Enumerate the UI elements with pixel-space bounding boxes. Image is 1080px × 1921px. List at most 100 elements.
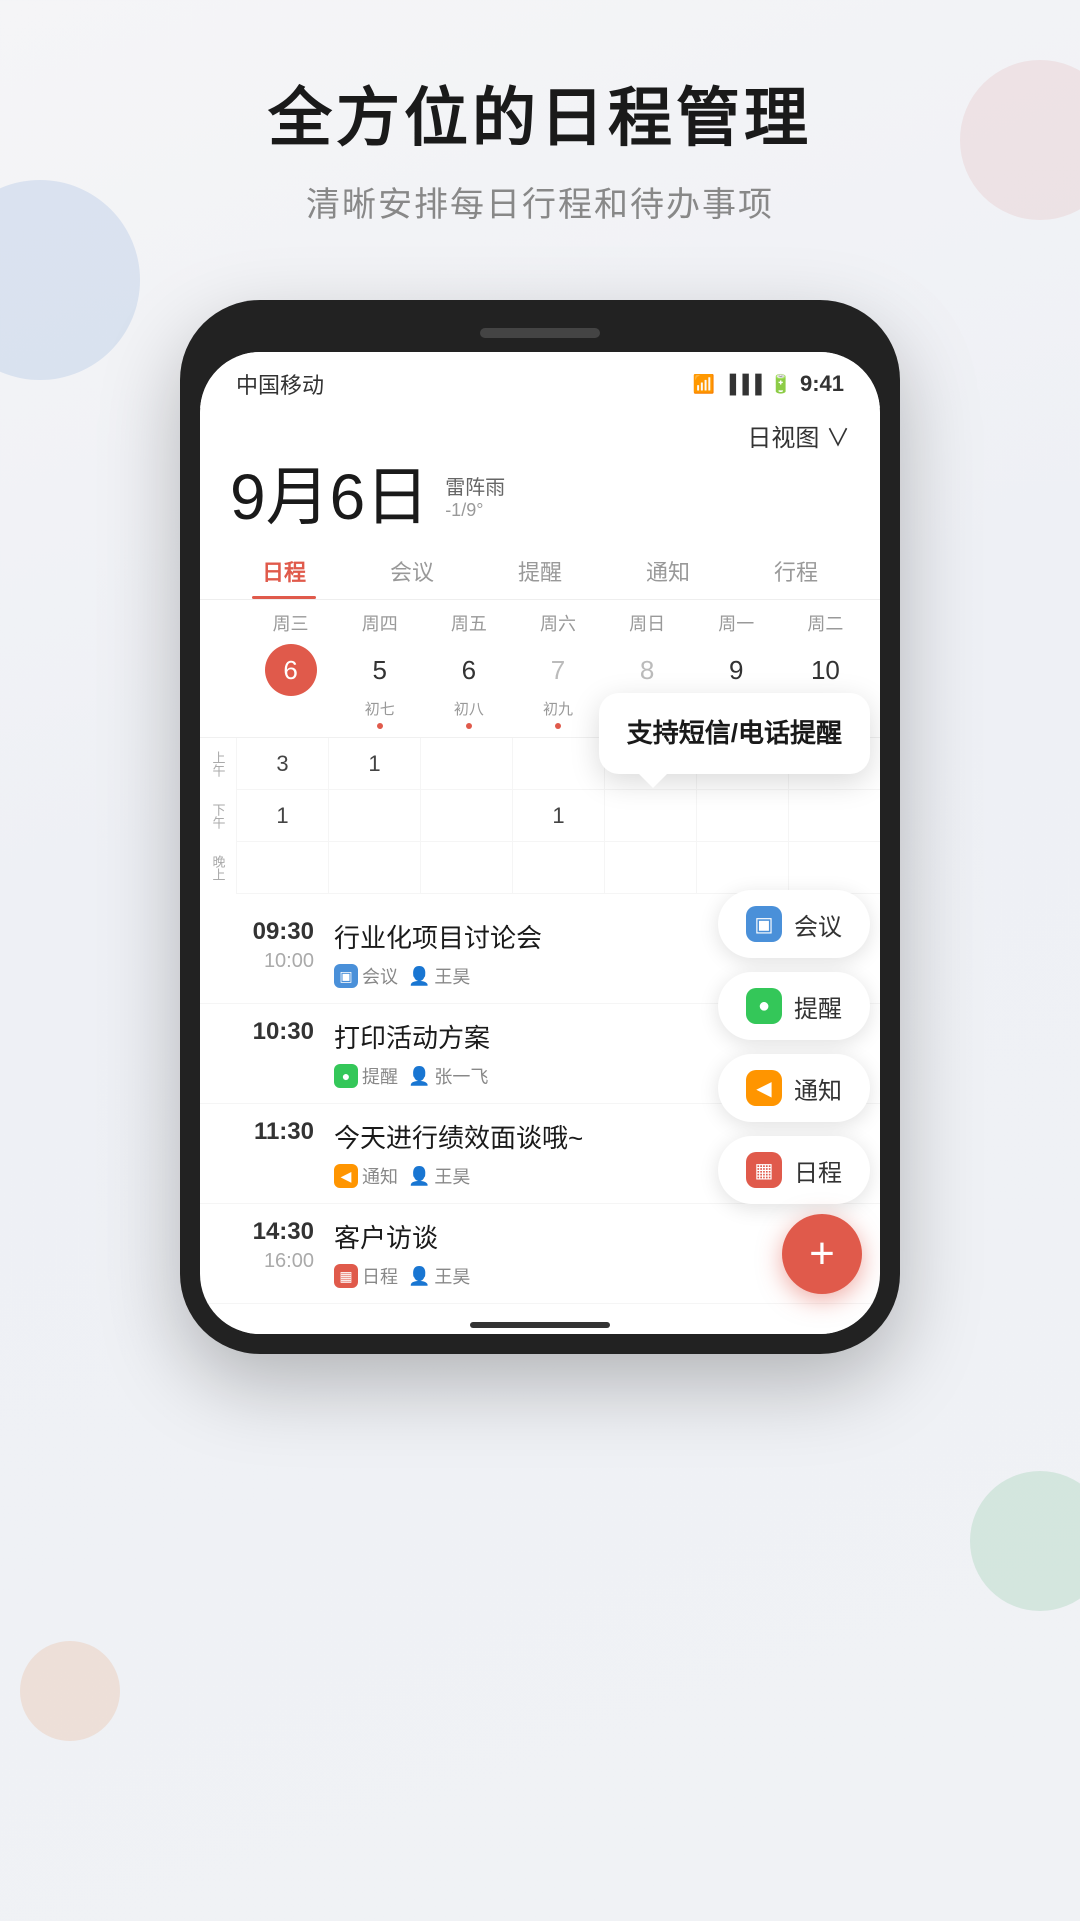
- tag-label-2: 通知: [362, 1163, 398, 1189]
- action-btn-schedule[interactable]: ▦ 日程: [718, 1136, 870, 1204]
- grid-col-2: [420, 738, 512, 894]
- action-btn-meeting-icon: ▣: [746, 906, 782, 942]
- tooltip-arrow: [639, 774, 667, 788]
- grid-cell-1-0: 1: [329, 738, 420, 790]
- phone-outer: 中国移动 📶 ▐▐▐ 🔋 9:41 日视图 ∨ 9月6日 雷阵雨 -1/9°: [180, 300, 900, 1354]
- action-btn-notice-icon: ◀: [746, 1070, 782, 1106]
- fab-add-button[interactable]: +: [782, 1214, 862, 1294]
- week-num-sat[interactable]: 7: [532, 644, 584, 696]
- week-num-sun[interactable]: 8: [621, 644, 673, 696]
- action-btn-meeting-label: 会议: [794, 907, 842, 942]
- event-start-2: 11:30: [224, 1118, 314, 1146]
- event-time-0: 09:30 10:00: [224, 918, 314, 973]
- tab-trip[interactable]: 行程: [732, 539, 860, 599]
- event-end-0: 10:00: [224, 950, 314, 973]
- event-start-3: 14:30: [224, 1218, 314, 1246]
- week-label-col: [210, 610, 246, 729]
- tab-row: 日程 会议 提醒 通知 行程: [200, 539, 880, 600]
- home-indicator: [470, 1322, 610, 1328]
- carrier-label: 中国移动: [236, 368, 324, 400]
- week-num-wed[interactable]: 6初八: [265, 644, 317, 696]
- grid-cell-2-0: [421, 738, 512, 790]
- grid-cell-0-0: 3: [237, 738, 328, 790]
- phone-bottom-bar: [200, 1314, 880, 1334]
- grid-cell-0-2: [237, 842, 328, 894]
- event-start-0: 09:30: [224, 918, 314, 946]
- week-day-fri[interactable]: 周五 6 初八: [424, 610, 513, 729]
- fab-plus-icon: +: [809, 1229, 835, 1279]
- event-person-1: 👤 张一飞: [408, 1063, 488, 1089]
- event-title-3: 客户访谈: [334, 1218, 856, 1255]
- action-btn-notice[interactable]: ◀ 通知: [718, 1054, 870, 1122]
- week-day-sat[interactable]: 周六 7 初九: [513, 610, 602, 729]
- tab-schedule[interactable]: 日程: [220, 539, 348, 599]
- week-day-wed[interactable]: 周三 6初八: [246, 610, 335, 729]
- tooltip-text: 支持短信/电话提醒: [627, 713, 842, 750]
- event-content-3: 客户访谈 ▦ 日程 👤 王昊: [334, 1218, 856, 1289]
- grid-cell-0-1: 1: [237, 790, 328, 842]
- week-name-wed: 周三: [246, 610, 335, 636]
- tab-meeting[interactable]: 会议: [348, 539, 476, 599]
- event-item-3[interactable]: 14:30 16:00 客户访谈 ▦ 日程 👤 王昊: [200, 1204, 880, 1304]
- week-name-tue: 周二: [781, 610, 870, 636]
- action-btn-notice-label: 通知: [794, 1071, 842, 1106]
- tab-reminder[interactable]: 提醒: [476, 539, 604, 599]
- grid-cell-6-1: [789, 790, 880, 842]
- signal-icon: ▐▐▐: [723, 374, 761, 395]
- week-num-fri[interactable]: 6: [443, 644, 495, 696]
- grid-cell-3-2: [513, 842, 604, 894]
- grid-col-1: 1: [328, 738, 420, 894]
- grid-cell-5-2: [697, 842, 788, 894]
- header-subtitle: 清晰安排每日行程和待办事项: [0, 177, 1080, 226]
- time-label-evening: 晚上: [200, 842, 236, 894]
- date-temp: -1/9°: [445, 500, 505, 521]
- phone-mockup: 中国移动 📶 ▐▐▐ 🔋 9:41 日视图 ∨ 9月6日 雷阵雨 -1/9°: [180, 300, 900, 1354]
- week-num-mon[interactable]: 9: [710, 644, 762, 696]
- event-tag-2: ◀ 通知: [334, 1163, 398, 1189]
- event-time-2: 11:30: [224, 1118, 314, 1146]
- deco-circle-orange: [20, 1641, 120, 1741]
- week-num-tue[interactable]: 10: [799, 644, 851, 696]
- grid-cell-4-1: [605, 790, 696, 842]
- person-icon-0: 👤: [408, 966, 430, 987]
- grid-cell-2-2: [421, 842, 512, 894]
- action-btn-meeting[interactable]: ▣ 会议: [718, 890, 870, 958]
- event-tag-1: ● 提醒: [334, 1063, 398, 1089]
- event-time-1: 10:30: [224, 1018, 314, 1046]
- week-name-sat: 周六: [513, 610, 602, 636]
- tab-notification[interactable]: 通知: [604, 539, 732, 599]
- status-bar: 中国移动 📶 ▐▐▐ 🔋 9:41: [200, 352, 880, 408]
- phone-speaker: [480, 328, 600, 338]
- week-name-sun: 周日: [603, 610, 692, 636]
- date-weather: 雷阵雨: [445, 471, 505, 500]
- person-icon-2: 👤: [408, 1166, 430, 1187]
- battery-icon: 🔋: [770, 374, 792, 395]
- deco-circle-green: [970, 1471, 1080, 1611]
- week-day-thu[interactable]: 周四 5 初七: [335, 610, 424, 729]
- week-name-thu: 周四: [335, 610, 424, 636]
- status-time: 9:41: [800, 371, 844, 397]
- action-btn-reminder-icon: ●: [746, 988, 782, 1024]
- schedule-icon-3: ▦: [334, 1264, 358, 1288]
- event-meta-3: ▦ 日程 👤 王昊: [334, 1263, 856, 1289]
- event-person-3: 👤 王昊: [408, 1263, 470, 1289]
- week-num-thu[interactable]: 5: [354, 644, 406, 696]
- action-buttons: ▣ 会议 ● 提醒 ◀ 通知 ▦ 日程: [718, 890, 870, 1204]
- view-toggle-label[interactable]: 日视图 ∨: [747, 425, 850, 452]
- grid-cell-3-1: 1: [513, 790, 604, 842]
- grid-col-0: 3 1: [236, 738, 328, 894]
- time-labels: 上午 下午 晚上: [200, 738, 236, 894]
- date-header: 9月6日 雷阵雨 -1/9°: [200, 459, 880, 539]
- action-btn-reminder[interactable]: ● 提醒: [718, 972, 870, 1040]
- event-person-0: 👤 王昊: [408, 963, 470, 989]
- week-dot-sat: [555, 723, 561, 729]
- tag-label-3: 日程: [362, 1263, 398, 1289]
- tag-label-1: 提醒: [362, 1063, 398, 1089]
- time-label-pm: 下午: [200, 790, 236, 842]
- grid-col-3: 1: [512, 738, 604, 894]
- grid-cell-5-1: [697, 790, 788, 842]
- view-toggle[interactable]: 日视图 ∨: [200, 408, 880, 459]
- week-name-fri: 周五: [424, 610, 513, 636]
- grid-cell-6-2: [789, 842, 880, 894]
- person-icon-3: 👤: [408, 1266, 430, 1287]
